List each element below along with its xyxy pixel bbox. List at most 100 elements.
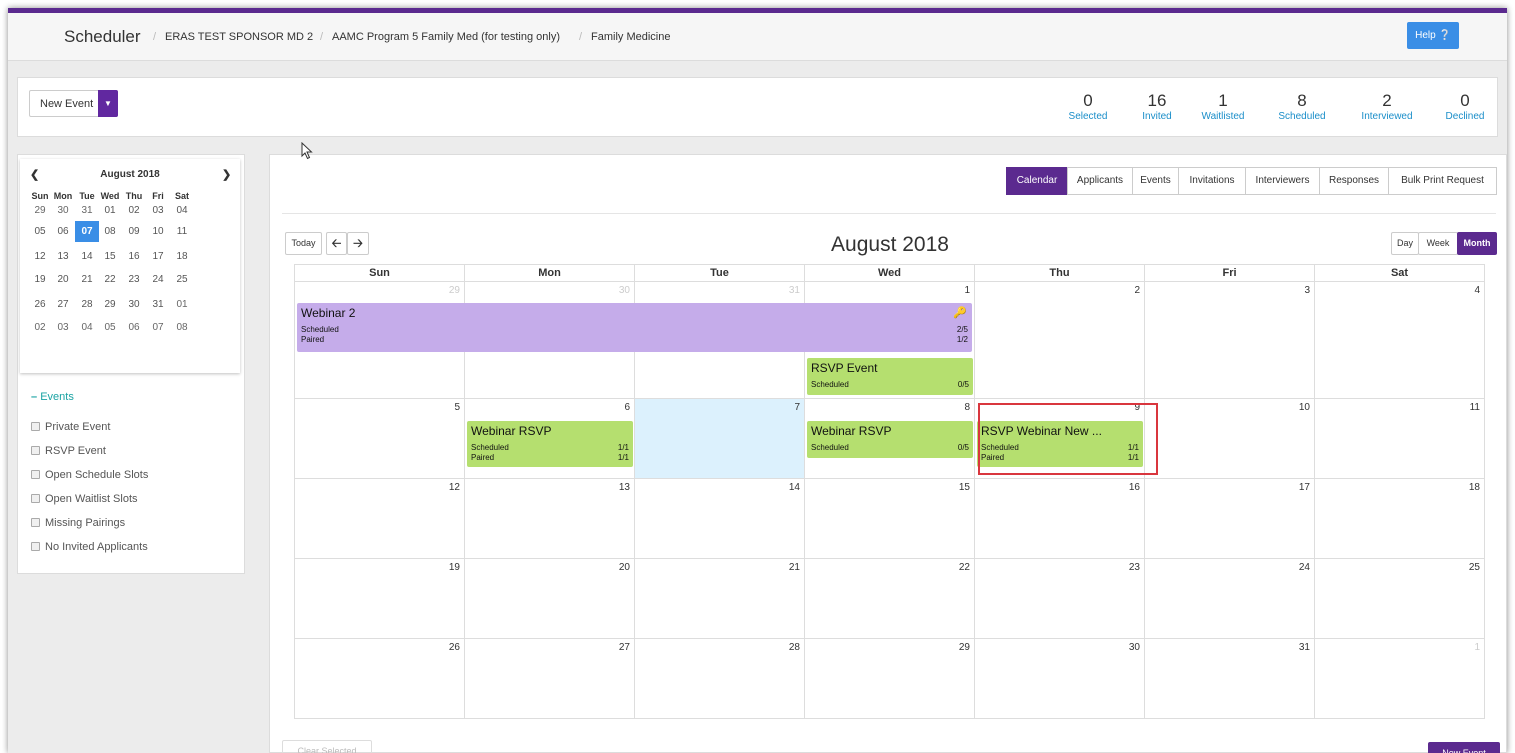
- day-cell[interactable]: 24: [1145, 559, 1315, 639]
- mini-calendar-day[interactable]: 02: [122, 200, 146, 221]
- day-cell[interactable]: 20: [465, 559, 635, 639]
- event-webinar-rsvp[interactable]: Webinar RSVP Scheduled 1/1 Paired 1/1: [467, 421, 633, 467]
- day-cell[interactable]: 13: [465, 479, 635, 559]
- day-cell[interactable]: 5: [295, 399, 465, 479]
- events-filter-heading[interactable]: – Events: [31, 391, 74, 403]
- mini-calendar-day[interactable]: 29: [28, 200, 52, 221]
- mini-calendar-day[interactable]: 06: [51, 221, 75, 242]
- mini-calendar-day[interactable]: 03: [146, 200, 170, 221]
- event-webinar-2[interactable]: Webinar 2 🔑 Scheduled 2/5 Paired 1/2: [297, 303, 972, 352]
- view-week-button[interactable]: Week: [1418, 232, 1458, 255]
- checkbox[interactable]: [31, 470, 40, 479]
- mini-calendar-day[interactable]: 08: [98, 221, 122, 242]
- tab-bulk-print-request[interactable]: Bulk Print Request: [1388, 167, 1497, 195]
- mini-calendar-day[interactable]: 07: [75, 221, 99, 242]
- event-rsvp-event[interactable]: RSVP Event Scheduled 0/5: [807, 358, 973, 395]
- clear-selected-button[interactable]: Clear Selected: [282, 740, 372, 753]
- mini-calendar-day[interactable]: 15: [98, 246, 122, 267]
- mini-calendar-day[interactable]: 30: [51, 200, 75, 221]
- day-cell[interactable]: 26: [295, 639, 465, 719]
- new-event-button[interactable]: New Event: [1428, 742, 1500, 753]
- breadcrumb-specialty[interactable]: Family Medicine: [591, 31, 670, 43]
- day-cell[interactable]: 18: [1315, 479, 1484, 559]
- breadcrumb-sponsor[interactable]: ERAS TEST SPONSOR MD 2: [165, 31, 313, 43]
- day-cell[interactable]: 7: [635, 399, 805, 479]
- mini-calendar-day[interactable]: 26: [28, 294, 52, 315]
- mini-calendar-day[interactable]: 16: [122, 246, 146, 267]
- filter-open-waitlist-slots[interactable]: Open Waitlist Slots: [31, 493, 138, 505]
- mini-calendar-day[interactable]: 05: [98, 317, 122, 338]
- tab-events[interactable]: Events: [1132, 167, 1179, 195]
- day-cell[interactable]: 17: [1145, 479, 1315, 559]
- brand-title[interactable]: Scheduler: [64, 27, 141, 47]
- tab-applicants[interactable]: Applicants: [1067, 167, 1133, 195]
- day-cell[interactable]: 12: [295, 479, 465, 559]
- filter-no-invited-applicants[interactable]: No Invited Applicants: [31, 541, 148, 553]
- checkbox[interactable]: [31, 518, 40, 527]
- stat-invited[interactable]: 16 Invited: [1122, 92, 1192, 123]
- day-cell[interactable]: 3: [1145, 282, 1315, 399]
- day-cell[interactable]: 28: [635, 639, 805, 719]
- tab-calendar[interactable]: Calendar: [1006, 167, 1068, 195]
- mini-calendar-day[interactable]: 07: [146, 317, 170, 338]
- day-cell[interactable]: 29: [805, 639, 975, 719]
- mini-calendar-day[interactable]: 02: [28, 317, 52, 338]
- checkbox[interactable]: [31, 494, 40, 503]
- day-cell[interactable]: 2: [975, 282, 1145, 399]
- day-cell[interactable]: 22: [805, 559, 975, 639]
- mini-calendar-day[interactable]: 30: [122, 294, 146, 315]
- checkbox[interactable]: [31, 542, 40, 551]
- day-cell[interactable]: 25: [1315, 559, 1484, 639]
- stat-waitlisted[interactable]: 1 Waitlisted: [1188, 92, 1258, 123]
- event-webinar-rsvp[interactable]: Webinar RSVP Scheduled 0/5: [807, 421, 973, 458]
- day-cell[interactable]: 1: [1315, 639, 1484, 719]
- day-cell[interactable]: 30: [975, 639, 1145, 719]
- view-day-button[interactable]: Day: [1391, 232, 1419, 255]
- mini-calendar-day[interactable]: 27: [51, 294, 75, 315]
- mini-calendar-day[interactable]: 31: [75, 200, 99, 221]
- mini-calendar-day[interactable]: 06: [122, 317, 146, 338]
- mini-calendar-day[interactable]: 01: [98, 200, 122, 221]
- tab-interviewers[interactable]: Interviewers: [1245, 167, 1320, 195]
- view-month-button[interactable]: Month: [1457, 232, 1497, 255]
- stat-interviewed[interactable]: 2 Interviewed: [1352, 92, 1422, 123]
- mini-calendar-day[interactable]: 20: [51, 269, 75, 290]
- arrow-right-icon[interactable]: 🡢: [347, 232, 369, 255]
- mini-calendar-day[interactable]: 22: [98, 269, 122, 290]
- mini-calendar-day[interactable]: 04: [170, 200, 194, 221]
- chevron-down-icon[interactable]: ▼: [98, 90, 118, 117]
- mini-calendar-day[interactable]: 12: [28, 246, 52, 267]
- mini-calendar-day[interactable]: 23: [122, 269, 146, 290]
- tab-responses[interactable]: Responses: [1319, 167, 1389, 195]
- breadcrumb-program[interactable]: AAMC Program 5 Family Med (for testing o…: [332, 31, 560, 43]
- day-cell[interactable]: 19: [295, 559, 465, 639]
- tab-invitations[interactable]: Invitations: [1178, 167, 1246, 195]
- mini-calendar-day[interactable]: 13: [51, 246, 75, 267]
- stat-scheduled[interactable]: 8 Scheduled: [1267, 92, 1337, 123]
- mini-calendar-day[interactable]: 28: [75, 294, 99, 315]
- filter-rsvp-event[interactable]: RSVP Event: [31, 445, 106, 457]
- mini-calendar-day[interactable]: 08: [170, 317, 194, 338]
- mini-calendar-day[interactable]: 10: [146, 221, 170, 242]
- day-cell[interactable]: 16: [975, 479, 1145, 559]
- arrow-left-icon[interactable]: 🡠: [326, 232, 347, 255]
- filter-open-schedule-slots[interactable]: Open Schedule Slots: [31, 469, 148, 481]
- mini-calendar-day[interactable]: 21: [75, 269, 99, 290]
- stat-declined[interactable]: 0 Declined: [1430, 92, 1500, 123]
- help-button[interactable]: Help ❔: [1407, 22, 1459, 49]
- checkbox[interactable]: [31, 422, 40, 431]
- mini-calendar-day[interactable]: 03: [51, 317, 75, 338]
- checkbox[interactable]: [31, 446, 40, 455]
- day-cell[interactable]: 14: [635, 479, 805, 559]
- mini-calendar-day[interactable]: 17: [146, 246, 170, 267]
- mini-calendar-day[interactable]: 14: [75, 246, 99, 267]
- mini-calendar-day[interactable]: 19: [28, 269, 52, 290]
- mini-calendar-day[interactable]: 04: [75, 317, 99, 338]
- chevron-right-icon[interactable]: ❯: [222, 168, 231, 181]
- filter-missing-pairings[interactable]: Missing Pairings: [31, 517, 125, 529]
- mini-calendar-day[interactable]: 05: [28, 221, 52, 242]
- mini-calendar-day[interactable]: 31: [146, 294, 170, 315]
- day-cell[interactable]: 23: [975, 559, 1145, 639]
- mini-calendar-day[interactable]: 18: [170, 246, 194, 267]
- day-cell[interactable]: 11: [1315, 399, 1484, 479]
